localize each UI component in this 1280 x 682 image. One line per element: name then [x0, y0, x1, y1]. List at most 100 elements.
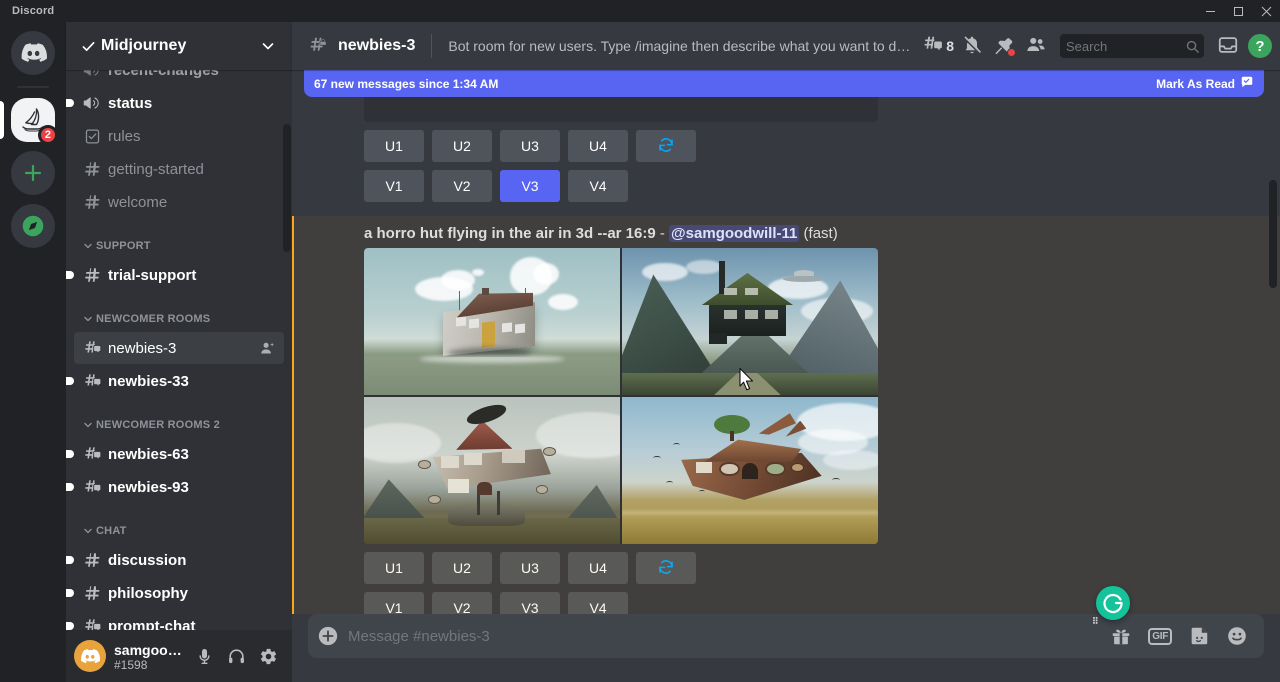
avatar[interactable]: [74, 640, 106, 672]
sticker-icon[interactable]: [1188, 625, 1210, 647]
sidebar-category-chat[interactable]: CHAT: [66, 519, 292, 543]
server-rail-item-midjourney[interactable]: 2: [0, 98, 66, 142]
sidebar-channel-trial-support[interactable]: trial-support: [74, 259, 284, 291]
sidebar-channel-newbies-33[interactable]: newbies-33: [74, 365, 284, 397]
maximize-button[interactable]: [1224, 0, 1252, 22]
minimize-button[interactable]: [1196, 0, 1224, 22]
notifications-button[interactable]: [956, 30, 988, 62]
close-button[interactable]: [1252, 0, 1280, 22]
server-rail-item-add-server[interactable]: [0, 151, 66, 195]
button-v3[interactable]: V3: [500, 592, 560, 614]
channel-list-scroll[interactable]: recent-changes status rules: [66, 70, 292, 630]
sidebar-channel-getting-started[interactable]: getting-started: [74, 153, 284, 185]
quadrant-1[interactable]: [364, 248, 620, 395]
compass-icon[interactable]: [11, 204, 55, 248]
server-rail-item-home[interactable]: [0, 31, 66, 75]
button-u2[interactable]: U2: [432, 130, 492, 162]
new-messages-banner: 67 new messages since 1:34 AM Mark As Re…: [304, 70, 1264, 97]
message-scrollbar[interactable]: [1268, 122, 1278, 542]
channel-sidebar: Midjourney recent-changes: [66, 22, 292, 682]
sidebar-channel-label: newbies-93: [108, 479, 276, 496]
sidebar-channel-rules[interactable]: rules: [74, 120, 284, 152]
author-mention[interactable]: @samgoodwill-11: [669, 225, 799, 242]
sidebar-channel-status[interactable]: status: [74, 87, 284, 119]
chevron-down-icon[interactable]: [260, 38, 276, 54]
sidebar-category-support[interactable]: SUPPORT: [66, 234, 292, 258]
help-button[interactable]: ?: [1248, 34, 1272, 58]
button-refresh-current[interactable]: [636, 552, 696, 584]
app-body: 2: [0, 22, 1280, 682]
sidebar-channel-label: getting-started: [108, 161, 276, 178]
button-v3[interactable]: V3: [500, 170, 560, 202]
button-u2[interactable]: U2: [432, 552, 492, 584]
inbox-button[interactable]: [1212, 30, 1244, 62]
prompt-label: a horro hut flying in the air in 3d --ar…: [364, 225, 656, 242]
plus-icon[interactable]: [11, 151, 55, 195]
headphones-icon[interactable]: [220, 640, 252, 672]
button-u4[interactable]: U4: [568, 552, 628, 584]
add-member-icon[interactable]: [259, 340, 276, 357]
button-refresh-previous[interactable]: [636, 130, 696, 162]
grammarly-button[interactable]: ⠿: [1096, 586, 1130, 620]
button-u3[interactable]: U3: [500, 552, 560, 584]
sailboat-icon[interactable]: 2: [11, 98, 55, 142]
mark-as-read-label: Mark As Read: [1156, 77, 1235, 91]
quadrant-3[interactable]: [364, 397, 620, 544]
sidebar-channel-discussion[interactable]: discussion: [74, 544, 284, 576]
sidebar-category-newcomer-rooms[interactable]: NEWCOMER ROOMS: [66, 307, 292, 331]
mark-as-read-button[interactable]: Mark As Read: [1156, 75, 1254, 92]
button-v4[interactable]: V4: [568, 592, 628, 614]
threads-count: 8: [946, 38, 954, 54]
composer-box[interactable]: Message #newbies-3 GIF: [308, 614, 1264, 658]
button-v2[interactable]: V2: [432, 170, 492, 202]
pinned-messages-button[interactable]: [988, 30, 1020, 62]
button-v1[interactable]: V1: [364, 170, 424, 202]
server-rail: 2: [0, 22, 66, 682]
message-scrollbar-thumb[interactable]: [1269, 180, 1277, 288]
button-u3[interactable]: U3: [500, 130, 560, 162]
microphone-icon[interactable]: [188, 640, 220, 672]
channel-topic[interactable]: Bot room for new users. Type /imagine th…: [448, 38, 912, 54]
channel-list: recent-changes status rules: [66, 70, 292, 630]
gear-icon[interactable]: [252, 640, 284, 672]
sidebar-scrollbar-thumb[interactable]: [283, 124, 291, 252]
sidebar-channel-newbies-3[interactable]: newbies-3: [74, 332, 284, 364]
sidebar-channel-newbies-93[interactable]: newbies-93: [74, 471, 284, 503]
member-list-button[interactable]: [1020, 30, 1052, 62]
sidebar-channel-newbies-63[interactable]: newbies-63: [74, 438, 284, 470]
sidebar-channel-recent-changes[interactable]: recent-changes: [74, 70, 284, 86]
page-title[interactable]: newbies-3: [338, 37, 415, 55]
gift-icon[interactable]: [1110, 625, 1132, 647]
sidebar-channel-prompt-chat[interactable]: prompt-chat: [74, 610, 284, 630]
button-v1[interactable]: V1: [364, 592, 424, 614]
user-info[interactable]: samgoodw... #1598: [114, 641, 188, 672]
message-input[interactable]: Message #newbies-3: [348, 628, 1110, 645]
server-header[interactable]: Midjourney: [66, 22, 292, 70]
threads-button[interactable]: 8: [920, 30, 956, 62]
emoji-icon[interactable]: [1226, 625, 1248, 647]
sidebar-channel-welcome[interactable]: welcome: [74, 186, 284, 218]
unread-indicator: [66, 99, 74, 107]
sidebar-channel-philosophy[interactable]: philosophy: [74, 577, 284, 609]
sidebar-channel-label: philosophy: [108, 585, 276, 602]
button-v2[interactable]: V2: [432, 592, 492, 614]
discord-logo-icon[interactable]: [11, 31, 55, 75]
gif-icon[interactable]: GIF: [1148, 628, 1172, 645]
sidebar-category-newcomer-rooms-2[interactable]: NEWCOMER ROOMS 2: [66, 413, 292, 437]
inbox-icon: [1217, 34, 1239, 59]
server-rail-item-explore[interactable]: [0, 204, 66, 248]
plus-circle-icon[interactable]: [308, 614, 348, 658]
button-u1[interactable]: U1: [364, 130, 424, 162]
grammarly-handle-icon: ⠿: [1092, 619, 1099, 624]
quadrant-2[interactable]: [622, 248, 878, 395]
quadrant-4[interactable]: [622, 397, 878, 544]
search-input[interactable]: Search: [1060, 34, 1204, 58]
message-list[interactable]: U1 U2 U3 U4: [292, 70, 1280, 614]
generated-image-grid[interactable]: [364, 248, 878, 544]
button-u1[interactable]: U1: [364, 552, 424, 584]
sidebar-channel-label: trial-support: [108, 267, 276, 284]
button-v4[interactable]: V4: [568, 170, 628, 202]
button-u4[interactable]: U4: [568, 130, 628, 162]
sidebar-scrollbar[interactable]: [283, 124, 291, 574]
announcement-icon: [82, 70, 102, 80]
